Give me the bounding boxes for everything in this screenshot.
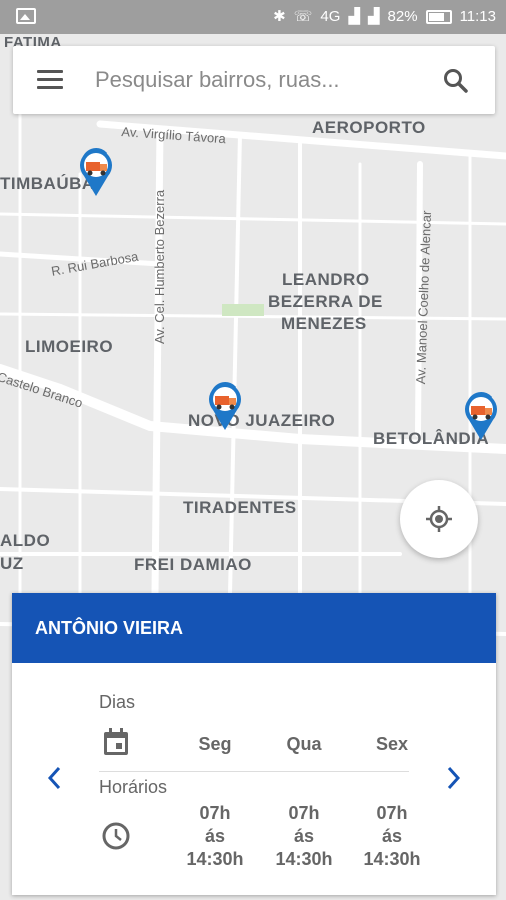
- hour-start: 07h: [199, 803, 231, 823]
- bluetooth-icon: ✱: [273, 8, 286, 25]
- hour-end: 14:30h: [186, 849, 244, 869]
- hour-separator: ás: [381, 826, 403, 846]
- hour-end: 14:30h: [363, 849, 421, 869]
- hour-separator: ás: [204, 826, 226, 846]
- map-label-bezerra-de: BEZERRA DE: [268, 292, 383, 311]
- hour-slot: 07h ás 14:30h: [264, 802, 344, 871]
- hour-start: 07h: [376, 803, 408, 823]
- hours-label: Horários: [99, 777, 168, 797]
- map-label-aeroporto: AEROPORTO: [312, 118, 426, 137]
- card-title: ANTÔNIO VIEIRA: [12, 593, 496, 663]
- hour-separator: ás: [293, 826, 315, 846]
- signal-4g-icon: 4G: [320, 8, 341, 25]
- garbage-truck-pin-icon[interactable]: [205, 380, 245, 432]
- my-location-button[interactable]: [400, 480, 478, 558]
- divider: [99, 771, 409, 772]
- search-input[interactable]: [95, 60, 435, 100]
- schedule-card: ANTÔNIO VIEIRA Dias Seg Qua Sex Horários…: [12, 593, 496, 895]
- search-icon[interactable]: [443, 68, 469, 94]
- calendar-icon: [101, 727, 131, 762]
- search-bar: [13, 46, 495, 114]
- call-icon: ☏: [293, 8, 313, 25]
- days-label: Dias: [99, 692, 136, 712]
- my-location-icon: [426, 506, 452, 532]
- garbage-truck-pin-icon[interactable]: [461, 390, 501, 442]
- day-label: Qua: [286, 734, 322, 754]
- clock-time: 11:13: [459, 8, 496, 25]
- map-label-limoeiro: LIMOEIRO: [25, 337, 114, 356]
- chevron-left-icon[interactable]: [42, 765, 68, 791]
- day-label: Seg: [198, 734, 232, 754]
- signal-icon: ▟: [348, 8, 360, 25]
- status-icons: ✱ ☏ 4G ▟ ▟ 82% 11:13: [273, 8, 496, 26]
- map-label-menezes: MENEZES: [281, 314, 367, 333]
- street-label-humberto-bezerra: Av. Cel. Humberto Bezerra: [152, 189, 167, 344]
- map-label-uz: UZ: [0, 554, 24, 573]
- hour-end: 14:30h: [275, 849, 333, 869]
- battery-percent: 82%: [387, 8, 418, 25]
- hour-slot: 07h ás 14:30h: [352, 802, 432, 871]
- day-label: Sex: [375, 734, 409, 754]
- clock-icon: [101, 821, 131, 856]
- chevron-right-icon[interactable]: [440, 765, 466, 791]
- menu-icon[interactable]: [37, 70, 63, 90]
- map-label-frei-damiao: FREI DAMIAO: [134, 555, 252, 574]
- image-icon: [16, 8, 36, 24]
- garbage-truck-pin-icon[interactable]: [76, 146, 116, 198]
- map-label-leandro: LEANDRO: [282, 270, 370, 289]
- hour-slot: 07h ás 14:30h: [175, 802, 255, 871]
- signal-icon: ▟: [367, 8, 380, 25]
- battery-icon: [425, 10, 452, 24]
- status-bar: ✱ ☏ 4G ▟ ▟ 82% 11:13: [0, 0, 506, 34]
- map-label-aldo: ALDO: [0, 531, 51, 550]
- hour-start: 07h: [288, 803, 320, 823]
- map-label-tiradentes: TIRADENTES: [183, 498, 297, 517]
